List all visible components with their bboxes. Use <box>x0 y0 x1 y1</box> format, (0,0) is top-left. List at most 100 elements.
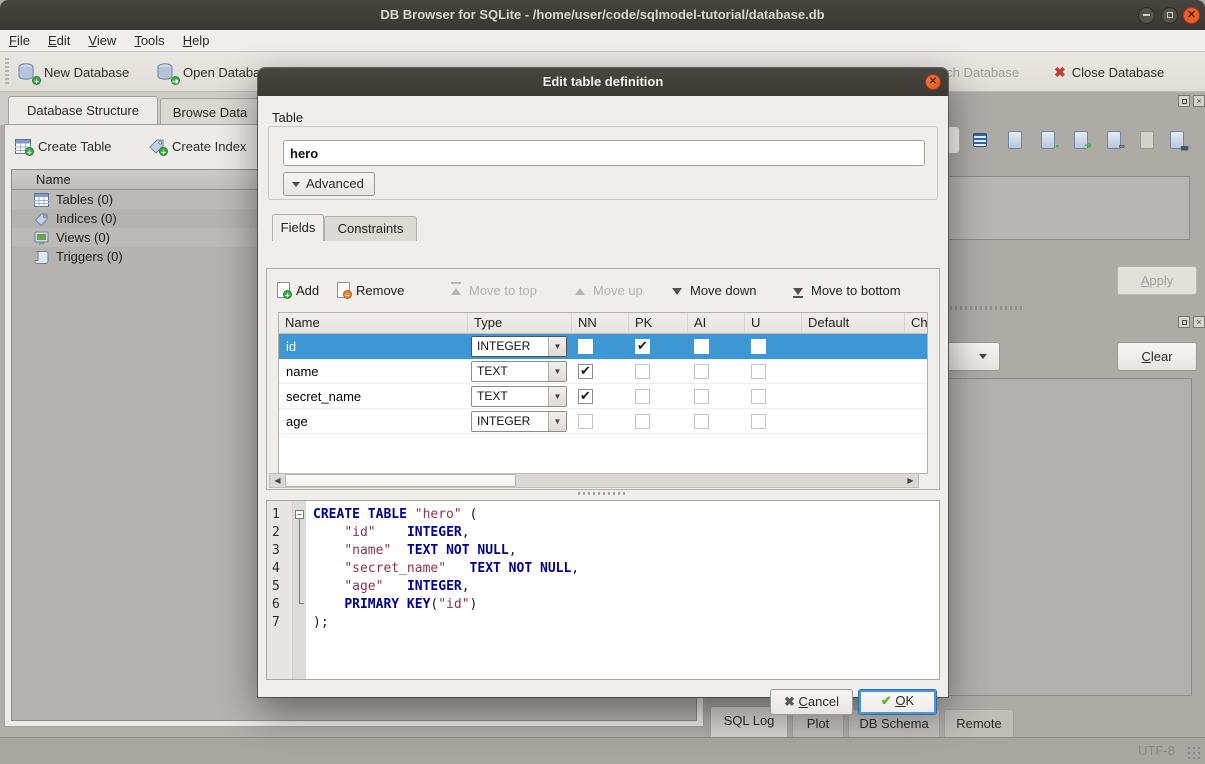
toolbar-grip[interactable] <box>5 58 9 84</box>
bottom-tab-remote[interactable]: Remote <box>944 709 1014 737</box>
column-header-default[interactable]: Default <box>802 313 905 333</box>
menu-tools[interactable]: Tools <box>125 30 173 51</box>
tab-browse-data[interactable]: Browse Data <box>160 98 260 125</box>
dock2-float-icon[interactable] <box>1178 316 1190 328</box>
close-window-button[interactable]: ✕ <box>1183 7 1200 24</box>
type-combobox[interactable]: TEXT▼ <box>471 361 567 382</box>
type-combobox[interactable]: INTEGER▼ <box>471 411 567 432</box>
pk-checkbox[interactable] <box>635 414 650 429</box>
ok-check-icon: ✔ <box>881 693 896 708</box>
tab-fields[interactable]: Fields <box>272 214 324 241</box>
column-header-nn[interactable]: NN <box>572 313 629 333</box>
table-icon <box>34 193 49 207</box>
menu-file[interactable]: File <box>0 30 39 51</box>
menu-help[interactable]: Help <box>174 30 219 51</box>
link-icon[interactable]: ∞ <box>1102 128 1126 152</box>
maximize-button[interactable] <box>1161 7 1178 24</box>
create-index-icon: + <box>148 138 165 154</box>
create-index-button[interactable]: + Create Index <box>148 133 246 159</box>
minimize-button[interactable] <box>1138 7 1155 24</box>
dock2-close-icon[interactable]: × <box>1193 316 1205 328</box>
table-name-input[interactable] <box>283 140 925 166</box>
u-checkbox[interactable] <box>751 389 766 404</box>
ai-checkbox[interactable] <box>694 389 709 404</box>
column-header-check[interactable]: Check <box>905 313 928 333</box>
menu-view[interactable]: View <box>79 30 125 51</box>
field-name-cell[interactable]: name <box>279 364 468 379</box>
chevron-down-icon[interactable]: ▼ <box>548 337 566 356</box>
sql-preview-editor[interactable]: 1234567 − CREATE TABLE "hero" ( "id" INT… <box>266 500 940 680</box>
nn-checkbox[interactable] <box>578 339 593 354</box>
open-database-button[interactable]: ➜ Open Database <box>155 58 274 86</box>
pk-checkbox[interactable] <box>635 364 650 379</box>
nn-checkbox[interactable] <box>578 364 593 379</box>
field-name-cell[interactable]: age <box>279 414 468 429</box>
dialog-close-button[interactable]: ✕ <box>925 74 941 90</box>
format-icon[interactable] <box>968 128 992 152</box>
move-up-button[interactable]: Move up <box>575 279 643 301</box>
chevron-down-icon[interactable]: ▼ <box>548 387 566 406</box>
column-header-pk[interactable]: PK <box>629 313 688 333</box>
ai-checkbox[interactable] <box>694 339 709 354</box>
create-table-button[interactable]: + Create Table <box>15 133 111 159</box>
resize-grip[interactable] <box>1187 746 1201 760</box>
tab-constraints[interactable]: Constraints <box>324 216 417 241</box>
dock-close-icon[interactable]: × <box>1193 95 1205 107</box>
ai-checkbox[interactable] <box>694 364 709 379</box>
u-checkbox[interactable] <box>751 339 766 354</box>
pk-checkbox[interactable] <box>635 339 650 354</box>
cancel-button[interactable]: ✖ Cancel <box>770 689 853 715</box>
ai-checkbox[interactable] <box>694 414 709 429</box>
print-icon[interactable]: ▃ <box>1165 128 1189 152</box>
field-pk-cell <box>629 364 688 379</box>
move-to-bottom-button[interactable]: Move to bottom <box>793 279 901 301</box>
field-row-age[interactable]: ageINTEGER▼ <box>279 409 927 434</box>
toggle-icon[interactable] <box>1135 128 1159 152</box>
fold-collapse-icon[interactable]: − <box>295 510 304 519</box>
save-icon[interactable]: ▪ <box>1036 128 1060 152</box>
open-file-icon[interactable] <box>1003 128 1027 152</box>
tab-database-structure[interactable]: Database Structure <box>8 96 158 125</box>
remove-button[interactable]: −Remove <box>337 279 404 301</box>
field-name-cell[interactable]: id <box>279 339 468 354</box>
cell-editor-box[interactable] <box>948 176 1190 240</box>
new-database-button[interactable]: + New Database <box>16 58 129 86</box>
type-combobox[interactable]: INTEGER▼ <box>471 336 567 357</box>
scroll-right-icon[interactable]: ▶ <box>903 474 918 487</box>
column-header-ai[interactable]: AI <box>688 313 745 333</box>
field-name-cell[interactable]: secret_name <box>279 389 468 404</box>
chevron-down-icon[interactable]: ▼ <box>548 362 566 381</box>
ok-button[interactable]: ✔ OK <box>858 689 937 715</box>
field-ai-cell <box>688 414 745 429</box>
add-button[interactable]: +Add <box>277 279 319 301</box>
fields-hscrollbar[interactable]: ◀ ▶ <box>269 473 919 488</box>
nn-checkbox[interactable] <box>578 389 593 404</box>
field-row-name[interactable]: nameTEXT▼ <box>279 359 927 384</box>
close-database-button[interactable]: ✖ Close Database <box>1054 58 1164 86</box>
splitter-handle[interactable] <box>578 492 628 495</box>
move-to-top-button[interactable]: Move to top <box>451 279 537 301</box>
column-header-name[interactable]: Name <box>279 313 468 333</box>
move-down-button[interactable]: Move down <box>672 279 756 301</box>
field-row-secret_name[interactable]: secret_nameTEXT▼ <box>279 384 927 409</box>
nn-checkbox[interactable] <box>578 414 593 429</box>
field-row-id[interactable]: idINTEGER▼ <box>279 334 927 359</box>
pk-checkbox[interactable] <box>635 389 650 404</box>
dock-splitter-handle[interactable] <box>945 306 1025 310</box>
column-header-type[interactable]: Type <box>468 313 572 333</box>
chevron-down-icon[interactable]: ▼ <box>548 412 566 431</box>
apply-button[interactable]: Apply <box>1117 266 1197 295</box>
scroll-left-icon[interactable]: ◀ <box>270 474 285 487</box>
clear-button[interactable]: Clear <box>1117 342 1197 371</box>
field-ai-cell <box>688 389 745 404</box>
u-checkbox[interactable] <box>751 414 766 429</box>
scrollbar-handle[interactable] <box>285 474 516 487</box>
u-checkbox[interactable] <box>751 364 766 379</box>
export-icon[interactable]: ➜ <box>1069 128 1093 152</box>
advanced-button[interactable]: Advanced <box>283 172 375 196</box>
menu-edit[interactable]: Edit <box>39 30 79 51</box>
type-combobox[interactable]: TEXT▼ <box>471 386 567 407</box>
column-header-u[interactable]: U <box>745 313 802 333</box>
sql-log-box[interactable] <box>948 378 1192 696</box>
dock-float-icon[interactable] <box>1178 95 1190 107</box>
